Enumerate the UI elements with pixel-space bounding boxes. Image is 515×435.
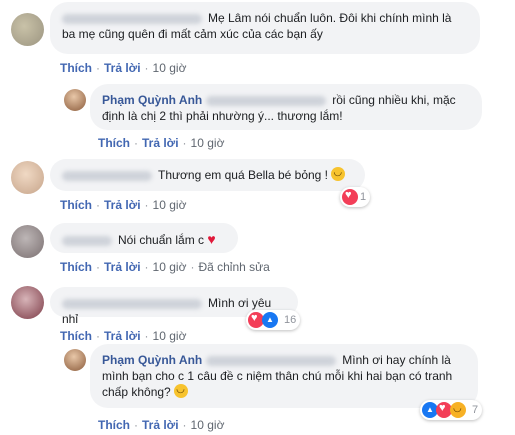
blurred-author-name (62, 13, 202, 24)
blurred-tagged-name (206, 95, 327, 106)
comment-text: Nói chuẩn lắm c (118, 233, 205, 247)
like-link[interactable]: Thích (60, 329, 92, 343)
avatar[interactable] (64, 349, 86, 371)
comment-1: Mẹ Lâm nói chuẩn luôn. Đôi khi chính mìn… (0, 0, 515, 80)
reactions-count: 1 (360, 191, 367, 203)
like-link[interactable]: Thích (98, 418, 130, 432)
timestamp[interactable]: 10 giờ (153, 329, 187, 343)
comment-actions: Thích · Trả lời · 10 giờ · Đã chỉnh sửa (60, 260, 270, 274)
comment-2: Thương em quá Bella bé bỏng ! 1 Thích·Tr… (0, 152, 515, 216)
avatar[interactable] (11, 161, 44, 194)
like-link[interactable]: Thích (98, 136, 130, 150)
red-heart-emoji: ♥ (207, 231, 216, 247)
reply-1: Phạm Quỳnh Anh rồi cũng nhiều khi, mặc đị… (0, 80, 515, 152)
reply-link[interactable]: Trả lời (104, 61, 141, 75)
comment-actions: Thích · Trả lời · 10 giờ (98, 136, 225, 150)
edited-label[interactable]: Đã chỉnh sửa (198, 260, 269, 274)
reply-link[interactable]: Trả lời (104, 198, 141, 212)
blurred-author-name (62, 170, 152, 181)
timestamp[interactable]: 10 giờ (191, 136, 225, 150)
reactions-summary[interactable]: 16 (246, 310, 301, 330)
comment-4: Mình ơi yêu nhỉ 16 Thích·Trả lời·10 giờ (0, 280, 515, 344)
comment-text: Thương em quá Bella bé bỏng ! (158, 168, 329, 182)
like-link[interactable]: Thích (60, 61, 92, 75)
reply-link[interactable]: Trả lời (104, 329, 141, 343)
comment-3: Nói chuẩn lắm c ♥ Thích · Trả lời · 10 giờ · Đ… (0, 216, 515, 280)
reply-2: Phạm Quỳnh Anh Mình ơi hay chính là mình … (0, 344, 515, 435)
comment-actions: Thích · Trả lời · 10 giờ (98, 418, 225, 432)
author-name[interactable]: Phạm Quỳnh Anh (102, 353, 202, 367)
reactions-count: 7 (472, 404, 479, 416)
timestamp[interactable]: 10 giờ (153, 198, 187, 212)
timestamp[interactable]: 10 giờ (191, 418, 225, 432)
comment-bubble: Nói chuẩn lắm c ♥ (50, 223, 238, 253)
like-link[interactable]: Thích (60, 260, 92, 274)
avatar[interactable] (64, 89, 86, 111)
like-link[interactable]: Thích (60, 198, 92, 212)
reply-link[interactable]: Trả lời (142, 136, 179, 150)
grin-emoji (174, 382, 189, 398)
reactions-summary[interactable]: 7 (420, 400, 483, 420)
comment-bubble: Thương em quá Bella bé bỏng ! (50, 159, 365, 191)
comment-actions: Thích · Trả lời · 10 giờ (60, 198, 187, 212)
reply-link[interactable]: Trả lời (142, 418, 179, 432)
love-reaction-icon (342, 189, 358, 205)
comment-actions: Thích · Trả lời · 10 giờ (60, 329, 187, 343)
blurred-author-name (62, 298, 202, 309)
reactions-count: 16 (284, 314, 297, 326)
timestamp[interactable]: 10 giờ (153, 260, 187, 274)
smile-emoji (331, 165, 346, 181)
avatar[interactable] (11, 286, 44, 319)
reply-link[interactable]: Trả lời (104, 260, 141, 274)
comment-bubble: Mẹ Lâm nói chuẩn luôn. Đôi khi chính mìn… (50, 2, 480, 54)
avatar[interactable] (11, 13, 44, 46)
comment-actions: Thích · Trả lời · 10 giờ (60, 61, 187, 75)
blurred-tagged-name (206, 355, 337, 366)
reply-bubble: Phạm Quỳnh Anh rồi cũng nhiều khi, mặc đị… (90, 84, 482, 130)
blurred-author-name (62, 235, 112, 246)
like-reaction-icon (262, 312, 278, 328)
haha-reaction-icon (450, 402, 466, 418)
reactions-summary[interactable]: 1 (340, 187, 371, 207)
avatar[interactable] (11, 225, 44, 258)
timestamp[interactable]: 10 giờ (153, 61, 187, 75)
reply-bubble: Phạm Quỳnh Anh Mình ơi hay chính là mình … (90, 344, 478, 408)
author-name[interactable]: Phạm Quỳnh Anh (102, 93, 202, 107)
